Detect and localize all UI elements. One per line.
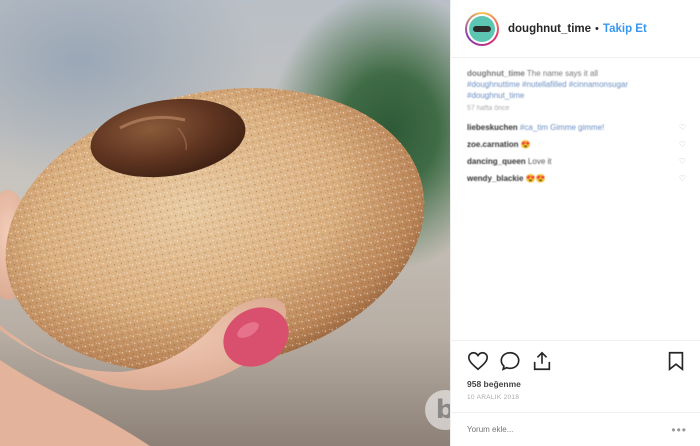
avatar[interactable]: [465, 11, 499, 46]
caption-hashtags[interactable]: #doughnuttime #nutellafilled #cinnamonsu…: [467, 80, 628, 100]
post-photo[interactable]: b: [0, 0, 450, 446]
comment-username[interactable]: zoe.carnation: [467, 140, 519, 149]
comments-section: doughnut_time The name says it all #doug…: [451, 58, 700, 340]
comment-username[interactable]: wendy_blackie: [467, 174, 523, 183]
comment-item: liebeskuchen #ca_tim Gimme gimme! ♡: [467, 122, 686, 133]
username-link[interactable]: doughnut_time: [508, 23, 591, 35]
post-timestamp: 10 ARALIK 2018: [467, 394, 520, 401]
add-comment-bar: •••: [451, 412, 700, 446]
comment-item: wendy_blackie 😍😍 ♡: [467, 173, 686, 184]
share-icon[interactable]: [531, 350, 553, 372]
action-icon-row: [467, 347, 687, 375]
comment-username[interactable]: dancing_queen: [467, 157, 526, 166]
post-header: doughnut_time • Takip Et: [451, 0, 700, 58]
more-options-icon[interactable]: •••: [671, 423, 687, 437]
doughnut-photo-illustration: [0, 88, 425, 446]
comment-item: zoe.carnation 😍 ♡: [467, 139, 686, 150]
separator-dot: •: [595, 22, 599, 35]
comment-input[interactable]: [467, 425, 672, 434]
post-caption: doughnut_time The name says it all #doug…: [467, 68, 686, 101]
post-actions: 958 beğenme 10 ARALIK 2018: [451, 340, 700, 401]
heart-icon[interactable]: [467, 350, 489, 372]
caption-meta: 57 hafta önce: [467, 105, 510, 112]
comment-text: 😍: [520, 140, 531, 149]
caption-text: The name says it all: [526, 69, 598, 78]
bookmark-icon[interactable]: [665, 350, 687, 372]
comment-text: Love it: [527, 157, 552, 166]
likes-count[interactable]: 958 beğenme: [467, 379, 687, 389]
comment-item: dancing_queen Love it ♡: [467, 156, 686, 167]
small-heart-icon[interactable]: ♡: [679, 173, 686, 184]
follow-button[interactable]: Takip Et: [603, 23, 647, 35]
post-side-panel: doughnut_time • Takip Et doughnut_time T…: [450, 0, 700, 446]
small-heart-icon[interactable]: ♡: [679, 122, 686, 133]
comment-text: 😍😍: [525, 174, 546, 183]
comment-bubble-icon[interactable]: [499, 350, 521, 372]
small-heart-icon[interactable]: ♡: [679, 139, 686, 150]
comment-username[interactable]: liebeskuchen: [467, 123, 518, 132]
caption-username[interactable]: doughnut_time: [467, 69, 525, 78]
small-heart-icon[interactable]: ♡: [679, 156, 686, 167]
comment-text: #ca_tim Gimme gimme!: [519, 123, 605, 132]
